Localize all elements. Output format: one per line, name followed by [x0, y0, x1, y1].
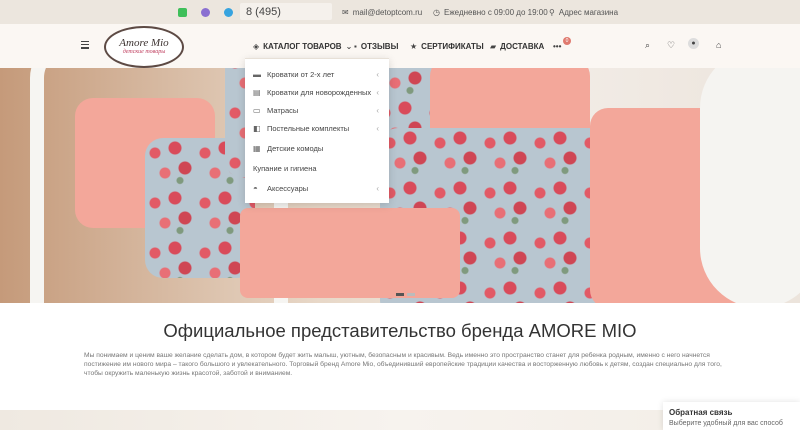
- catalog-dropdown: ▬ Кроватки от 2-х лет ‹ ▤ Кроватки для н…: [245, 58, 389, 203]
- main-header: Amore Mio детские товары ◈ КАТАЛОГ ТОВАР…: [0, 24, 800, 69]
- chat-icon: ▪: [354, 41, 357, 51]
- menu-item-cribs-2y[interactable]: ▬ Кроватки от 2-х лет ‹: [253, 65, 383, 83]
- menu-item-dressers[interactable]: ▦ Детские комоды: [253, 139, 383, 157]
- crib-right-rail: [700, 68, 800, 303]
- intro-paragraph: Мы понимаем и ценим ваше желание сделать…: [84, 352, 722, 377]
- menu-item-bathing[interactable]: Купание и гигиена: [253, 159, 383, 177]
- user-account-icon[interactable]: ●: [688, 38, 699, 49]
- mail-icon: ✉: [342, 7, 349, 17]
- feedback-title: Обратная связь: [669, 408, 733, 417]
- truck-icon: ▰: [490, 41, 497, 51]
- menu-item-accessories[interactable]: ◓ Аксессуары ‹: [253, 179, 383, 197]
- chevron-right-icon: ‹: [376, 87, 379, 97]
- logo-subtitle: детские товары: [122, 49, 166, 55]
- phone-link[interactable]: 8 (495): [246, 0, 281, 24]
- nav-reviews-label: ОТЗЫВЫ: [360, 41, 399, 51]
- pram-icon: ◓: [253, 183, 258, 193]
- working-hours: ◷ Ежедневно с 09:00 до 19:00: [433, 0, 548, 24]
- box-icon: ◈: [253, 41, 260, 51]
- telegram-icon[interactable]: [224, 7, 233, 17]
- email-link[interactable]: ✉ mail@detoptcom.ru: [342, 0, 422, 24]
- more-dots-icon: •••: [553, 41, 562, 51]
- menu-item-bedding[interactable]: ◧ Постельные комплекты ‹: [253, 119, 383, 137]
- bedding-icon: ◧: [253, 123, 261, 133]
- cart-icon[interactable]: ⌂: [716, 40, 721, 50]
- menu-item-label: Детские комоды: [267, 143, 324, 153]
- messengers: [178, 0, 233, 24]
- more-badge: 0: [563, 37, 571, 45]
- nav-certificates[interactable]: ★ СЕРТИФИКАТЫ: [410, 24, 484, 68]
- logo-text: Amore Mio: [119, 37, 169, 49]
- hero-banner: [0, 68, 800, 303]
- search-icon[interactable]: ⌕: [645, 40, 650, 51]
- menu-item-mattresses[interactable]: ▭ Матрасы ‹: [253, 101, 383, 119]
- nav-certificates-label: СЕРТИФИКАТЫ: [421, 41, 484, 51]
- nav-more[interactable]: •••: [553, 24, 561, 68]
- chevron-right-icon: ‹: [376, 69, 379, 79]
- hours-text: Ежедневно с 09:00 до 19:00: [443, 7, 548, 17]
- address-text: Адрес магазина: [558, 7, 619, 17]
- mattress-icon: ▭: [253, 105, 261, 115]
- location-pin-icon: ⚲: [549, 7, 555, 17]
- menu-item-label: Матрасы: [267, 105, 299, 115]
- chevron-down-icon: ⌄: [345, 41, 353, 51]
- nav-catalog-label: КАТАЛОГ ТОВАРОВ: [263, 41, 342, 51]
- phone-number: 8 (495): [246, 6, 281, 18]
- bed-icon: ▬: [253, 69, 261, 79]
- heart-icon[interactable]: ♡: [667, 40, 675, 51]
- chevron-right-icon: ‹: [376, 183, 379, 193]
- pink-blanket: [240, 208, 460, 298]
- menu-item-label: Постельные комплекты: [267, 123, 350, 133]
- nav-delivery[interactable]: ▰ ДОСТАВКА: [490, 24, 544, 68]
- menu-item-label: Кроватки для новорожденных: [267, 87, 372, 97]
- email-text: mail@detoptcom.ru: [352, 7, 423, 17]
- feedback-widget[interactable]: Обратная связь Выберите удобный для вас …: [663, 402, 800, 430]
- page-headline: Официальное представительство бренда AMO…: [163, 320, 637, 341]
- chevron-right-icon: ‹: [376, 105, 379, 115]
- logo[interactable]: Amore Mio детские товары: [104, 26, 184, 68]
- dresser-icon: ▦: [253, 143, 261, 153]
- address-link[interactable]: ⚲ Адрес магазина: [549, 0, 618, 24]
- chevron-right-icon: ‹: [376, 123, 379, 133]
- menu-item-label: Купание и гигиена: [253, 163, 317, 173]
- menu-item-label: Аксессуары: [267, 183, 309, 193]
- nav-delivery-label: ДОСТАВКА: [500, 41, 545, 51]
- hamburger-menu-icon[interactable]: [81, 41, 89, 49]
- whatsapp-icon[interactable]: [178, 7, 187, 17]
- crib-icon: ▤: [253, 87, 261, 97]
- star-icon: ★: [410, 41, 418, 51]
- feedback-subtitle: Выберите удобный для вас способ: [669, 420, 783, 427]
- clock-icon: ◷: [433, 7, 440, 17]
- menu-item-cribs-newborn[interactable]: ▤ Кроватки для новорожденных ‹: [253, 83, 383, 101]
- top-bar: 8 (495) ✉ mail@detoptcom.ru ◷ Ежедневно …: [0, 0, 800, 25]
- slider-dots[interactable]: [396, 293, 415, 296]
- viber-icon[interactable]: [201, 7, 210, 17]
- menu-item-label: Кроватки от 2-х лет: [267, 69, 335, 79]
